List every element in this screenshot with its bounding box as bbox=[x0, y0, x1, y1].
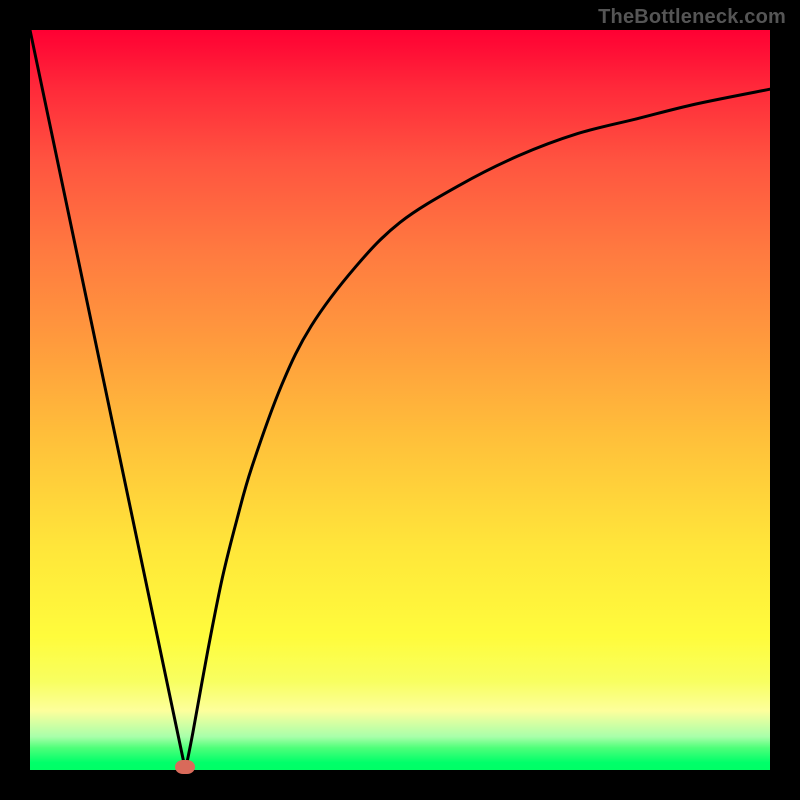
watermark-text: TheBottleneck.com bbox=[598, 6, 786, 29]
optimal-marker bbox=[175, 760, 195, 774]
curve-path bbox=[30, 30, 770, 770]
bottleneck-curve bbox=[30, 30, 770, 770]
